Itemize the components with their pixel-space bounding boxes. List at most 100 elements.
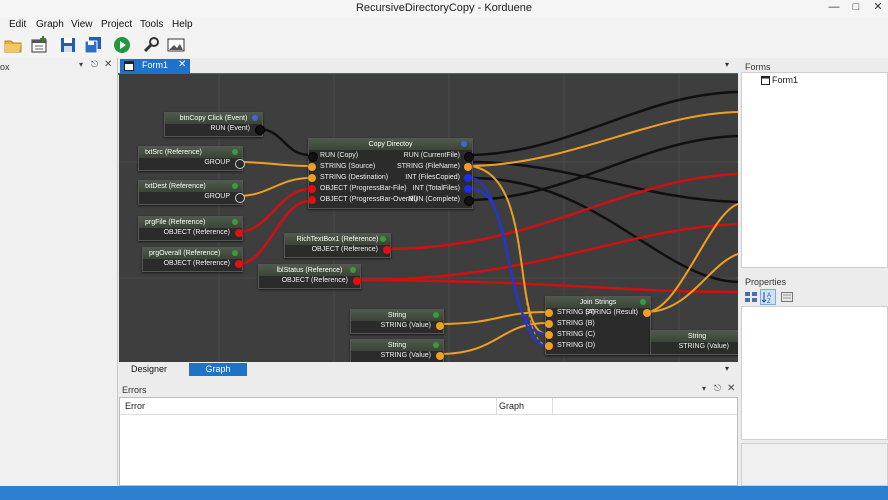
minimize-icon[interactable]: — — [824, 0, 844, 17]
close-panel-icon[interactable]: ✕ — [104, 59, 112, 70]
menu-help[interactable]: Help — [172, 17, 193, 32]
run-pin[interactable] — [255, 125, 265, 135]
pin-label: OBJECT (Reference) — [281, 277, 348, 284]
menu-bar — [0, 17, 888, 32]
errors-pin-icon[interactable]: ⎋ — [714, 383, 721, 394]
string-pin[interactable] — [464, 163, 472, 171]
errors-title: Errors — [122, 385, 147, 395]
node-title: prgOverall (Reference) — [143, 248, 242, 259]
int-pin[interactable] — [464, 174, 472, 182]
node-string-3[interactable]: String STRING (Value) — [650, 330, 738, 355]
column-graph[interactable]: Graph — [499, 401, 524, 411]
node-copy-directory[interactable]: Copy Directoy RUN (Copy) STRING (Source)… — [308, 138, 474, 209]
tab-graph[interactable]: Graph — [189, 363, 247, 376]
input-label: STRING (B) — [557, 320, 595, 327]
node-lblstatus[interactable]: lblStatus (Reference) OBJECT (Reference) — [258, 264, 361, 289]
input-label: OBJECT (ProgressBar-File) — [320, 185, 407, 192]
tab-close-icon[interactable]: ✕ — [178, 59, 186, 70]
node-string-1[interactable]: String STRING (Value) — [350, 309, 444, 334]
close-window-icon[interactable]: ✕ — [868, 0, 888, 17]
node-string-2[interactable]: String STRING (Value) — [350, 339, 444, 362]
menu-edit[interactable]: Edit — [9, 17, 26, 32]
node-richtextbox1[interactable]: RichTextBox1 (Reference) OBJECT (Referen… — [284, 233, 391, 258]
status-icon — [232, 149, 238, 155]
properties-grid[interactable] — [741, 306, 888, 440]
node-txtdest[interactable]: txtDest (Reference) GROUP — [138, 180, 245, 205]
object-pin[interactable] — [235, 260, 243, 268]
object-pin[interactable] — [235, 229, 243, 237]
node-join-strings[interactable]: Join Strings STRING (A) STRING (B) STRIN… — [545, 296, 651, 355]
form-item-form1[interactable]: Form1 — [772, 75, 798, 85]
string-pin[interactable] — [643, 309, 651, 317]
input-label: STRING (C) — [557, 331, 596, 338]
form-icon — [124, 61, 134, 71]
object-pin[interactable] — [383, 246, 391, 254]
tab-dropdown-icon[interactable]: ▾ — [725, 60, 729, 69]
status-icon — [232, 250, 238, 256]
menu-graph[interactable]: Graph — [36, 17, 64, 32]
string-pin[interactable] — [545, 331, 553, 339]
property-description — [741, 443, 888, 486]
menu-project[interactable]: Project — [101, 17, 132, 32]
node-btncopy-click[interactable]: btnCopy Click (Event) RUN (Event) — [164, 112, 265, 137]
view-tabs-dropdown-icon[interactable]: ▾ — [725, 364, 729, 373]
errors-header-row — [120, 398, 737, 415]
save-all-icon[interactable] — [83, 35, 103, 55]
run-icon[interactable] — [112, 35, 132, 55]
object-pin[interactable] — [308, 185, 316, 193]
save-icon[interactable] — [58, 35, 78, 55]
graph-canvas[interactable]: btnCopy Click (Event) RUN (Event) txtSrc… — [119, 74, 738, 362]
categorized-icon[interactable] — [744, 290, 758, 304]
errors-close-icon[interactable]: ✕ — [727, 383, 735, 394]
run-pin[interactable] — [308, 152, 318, 162]
string-pin[interactable] — [545, 309, 553, 317]
group-pin[interactable] — [235, 159, 245, 169]
node-prgoverall[interactable]: prgOverall (Reference) OBJECT (Reference… — [142, 247, 243, 272]
new-form-icon[interactable] — [29, 35, 49, 55]
output-label: INT (FilesCopied) — [405, 174, 460, 181]
status-icon — [380, 236, 386, 242]
string-pin[interactable] — [545, 342, 553, 350]
menu-tools[interactable]: Tools — [140, 17, 163, 32]
form-icon — [761, 76, 770, 85]
string-pin[interactable] — [436, 352, 444, 360]
forms-tree[interactable]: Form1 — [741, 72, 888, 268]
status-icon — [232, 183, 238, 189]
forms-title: Forms — [745, 62, 771, 72]
string-pin[interactable] — [436, 322, 444, 330]
input-label: STRING (Source) — [320, 163, 376, 170]
sort-alpha-icon[interactable]: AZ — [760, 289, 776, 305]
property-pages-icon[interactable] — [780, 290, 794, 304]
string-pin[interactable] — [308, 163, 316, 171]
panel-dropdown-icon[interactable]: ▾ — [79, 60, 83, 69]
output-label: RUN (CurrentFile) — [403, 152, 460, 159]
settings-wrench-icon[interactable] — [141, 35, 161, 55]
node-prgfile[interactable]: prgFile (Reference) OBJECT (Reference) — [138, 216, 243, 241]
pin-icon[interactable]: ⎋ — [91, 59, 98, 70]
group-pin[interactable] — [235, 193, 245, 203]
string-pin[interactable] — [308, 174, 316, 182]
int-pin[interactable] — [464, 185, 472, 193]
column-error[interactable]: Error — [125, 401, 145, 411]
svg-text:Z: Z — [767, 299, 771, 304]
node-txtsrc[interactable]: txtSrc (Reference) GROUP — [138, 146, 245, 171]
maximize-icon[interactable]: □ — [846, 0, 866, 17]
errors-grid[interactable]: Error Graph — [119, 397, 738, 486]
run-pin[interactable] — [464, 196, 474, 206]
menu-view[interactable]: View — [71, 17, 93, 32]
object-pin[interactable] — [308, 196, 316, 204]
node-title: Join Strings — [546, 297, 650, 308]
node-title: RichTextBox1 (Reference) — [285, 234, 390, 245]
node-title: String — [351, 340, 443, 351]
image-icon[interactable] — [166, 35, 186, 55]
node-title: txtDest (Reference) — [139, 181, 242, 192]
run-pin[interactable] — [464, 152, 474, 162]
tab-form1[interactable]: Form1 ✕ — [120, 59, 190, 73]
errors-dropdown-icon[interactable]: ▾ — [702, 384, 706, 393]
pin-label: OBJECT (Reference) — [163, 229, 230, 236]
tab-designer[interactable]: Designer — [119, 363, 179, 376]
open-folder-icon[interactable] — [3, 35, 23, 55]
object-pin[interactable] — [353, 277, 361, 285]
node-title: txtSrc (Reference) — [139, 147, 242, 158]
string-pin[interactable] — [545, 320, 553, 328]
